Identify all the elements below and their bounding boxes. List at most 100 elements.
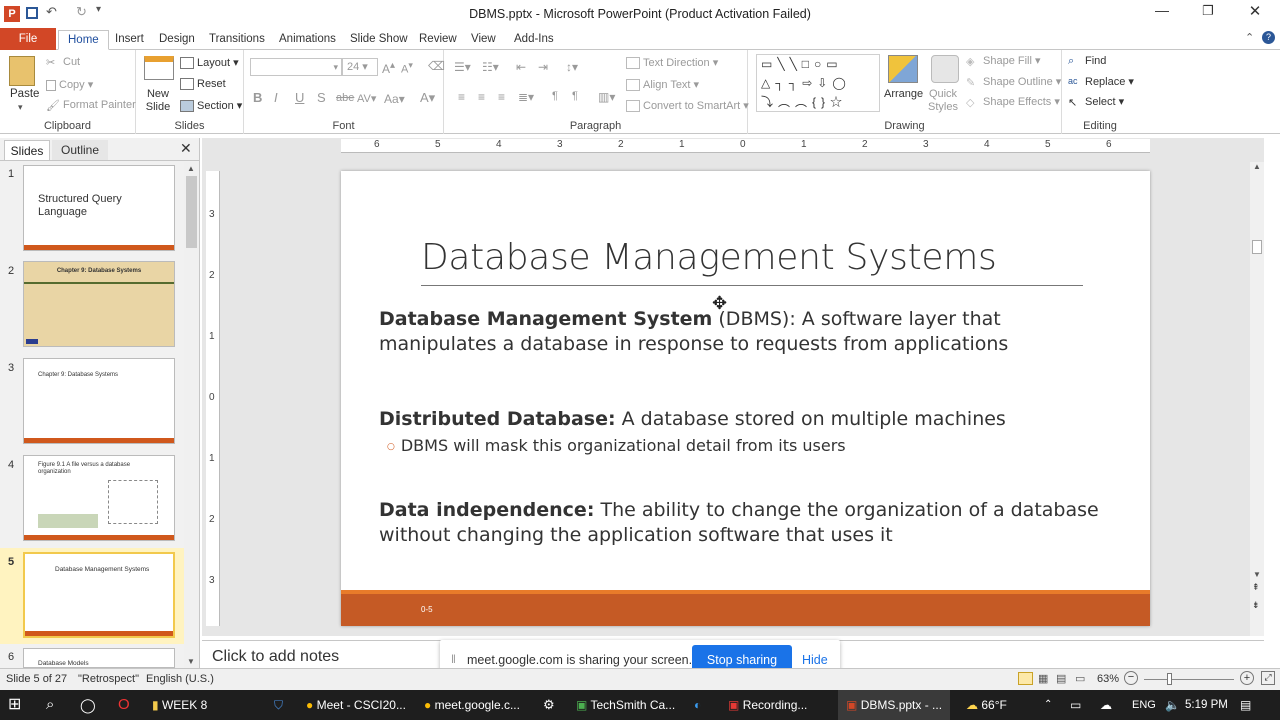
volume-icon[interactable]: 🔈 — [1165, 690, 1180, 720]
tab-outline-pane[interactable]: Outline — [52, 140, 108, 160]
slide-title[interactable]: Database Management Systems — [421, 237, 1091, 278]
save-icon[interactable] — [26, 7, 38, 19]
tray-chevron-icon[interactable]: ⌃ — [1044, 690, 1052, 720]
restore-button[interactable]: ❐ — [1196, 3, 1220, 19]
tab-insert[interactable]: Insert — [106, 30, 153, 50]
slide-thumbnail-6[interactable]: Database Models — [23, 648, 175, 668]
font-size-box[interactable]: 24 ▾ — [342, 58, 378, 76]
scroll-thumb[interactable] — [186, 176, 197, 248]
quick-access-customize-icon[interactable]: ▾ — [96, 4, 101, 15]
clock[interactable]: 5:19 PM — [1185, 690, 1228, 720]
security-icon[interactable]: ⛉ — [274, 690, 283, 720]
new-slide-button[interactable]: New Slide — [144, 88, 172, 114]
rtl-icon[interactable]: ¶ — [572, 90, 578, 102]
collapse-ribbon-icon[interactable]: ⌃ — [1245, 31, 1254, 44]
select-button[interactable]: ↖ Select ▾ — [1068, 95, 1124, 109]
scroll-up-icon[interactable]: ▲ — [187, 164, 195, 173]
close-button[interactable]: ✕ — [1243, 2, 1267, 20]
scroll-down-icon[interactable]: ▼ — [1253, 570, 1261, 579]
onedrive-icon[interactable]: ☁ — [1100, 690, 1112, 720]
undo-icon[interactable]: ↶ — [46, 4, 57, 20]
underline-button[interactable]: U — [295, 90, 304, 105]
numbering-icon[interactable]: ☷▾ — [482, 60, 499, 74]
justify-icon[interactable]: ≣▾ — [518, 90, 534, 104]
taskbar-recording[interactable]: ▣ Recording... — [728, 690, 807, 720]
taskbar-meet-google[interactable]: ● meet.google.c... — [424, 690, 520, 720]
strikethrough-button[interactable]: abe — [336, 92, 354, 104]
italic-button[interactable]: I — [274, 90, 278, 105]
tab-transitions[interactable]: Transitions — [200, 30, 274, 50]
language-indicator[interactable]: ENG — [1132, 690, 1156, 720]
slide-scrollbar[interactable]: ▲ ▼ ⇞ ⇟ — [1250, 162, 1264, 636]
search-icon[interactable]: ⌕ — [46, 690, 54, 720]
shrink-font-icon[interactable]: A▾ — [401, 60, 413, 76]
paste-button[interactable]: Paste — [10, 88, 39, 100]
hide-button[interactable]: Hide — [802, 653, 828, 667]
taskbar-week8[interactable]: ▮ WEEK 8 — [152, 690, 207, 720]
scroll-down-icon[interactable]: ▼ — [187, 657, 195, 666]
zoom-out-button[interactable]: − — [1124, 671, 1138, 685]
drag-handle-icon[interactable]: ‖ — [451, 652, 456, 666]
tab-review[interactable]: Review — [410, 30, 466, 50]
zoom-level[interactable]: 63% — [1097, 673, 1119, 685]
bullet-distributed[interactable]: Distributed Database: A database stored … — [379, 407, 1119, 432]
arrange-button[interactable]: Arrange — [884, 88, 923, 100]
sub-bullet[interactable]: ○ DBMS will mask this organizational deta… — [387, 436, 1107, 455]
tab-animations[interactable]: Animations — [270, 30, 345, 50]
thumbnails-scrollbar[interactable]: ▲ ▼ — [184, 162, 199, 668]
tab-design[interactable]: Design — [150, 30, 204, 50]
align-right-icon[interactable]: ≡ — [498, 90, 505, 104]
bullets-icon[interactable]: ☰▾ — [454, 60, 471, 74]
align-text-button[interactable]: Align Text ▾ — [626, 78, 699, 92]
tab-add-ins[interactable]: Add-Ins — [505, 30, 563, 50]
reading-view-icon[interactable]: ▤ — [1056, 672, 1066, 685]
tab-slides-pane[interactable]: Slides — [4, 140, 50, 160]
zoom-slider-thumb[interactable] — [1167, 673, 1172, 685]
fit-slide-icon[interactable]: ⤢ — [1261, 671, 1275, 685]
tab-slide-show[interactable]: Slide Show — [341, 30, 417, 50]
bullet-dbms[interactable]: Database Management System (DBMS): A sof… — [379, 307, 1119, 357]
font-color-button[interactable]: A▾ — [420, 90, 435, 106]
minimize-button[interactable]: — — [1150, 2, 1174, 18]
edge-icon[interactable]: ◐ — [694, 690, 701, 720]
tab-view[interactable]: View — [462, 30, 505, 50]
next-slide-icon[interactable]: ⇟ — [1252, 600, 1260, 611]
copy-button[interactable]: Copy ▾ — [46, 78, 93, 91]
normal-view-icon[interactable] — [1018, 672, 1033, 685]
powerpoint-logo-icon[interactable]: P — [4, 6, 20, 22]
char-spacing-button[interactable]: AV▾ — [357, 92, 376, 105]
tab-home[interactable]: Home — [58, 30, 109, 50]
paste-dropdown-icon[interactable]: ▾ — [18, 102, 23, 113]
clear-formatting-icon[interactable]: ⌫ — [428, 59, 445, 73]
taskbar-powerpoint[interactable]: ▣ DBMS.pptx - ... — [838, 690, 950, 720]
slide[interactable]: Database Management Systems Database Man… — [341, 171, 1150, 626]
reset-button[interactable]: Reset — [180, 78, 226, 91]
scroll-thumb[interactable] — [1252, 240, 1262, 254]
notes-placeholder[interactable]: Click to add notes — [212, 648, 339, 666]
shape-outline-button[interactable]: ✎ Shape Outline ▾ — [966, 75, 1061, 89]
shadow-button[interactable]: S — [317, 90, 326, 105]
replace-button[interactable]: ac Replace ▾ — [1068, 75, 1134, 88]
convert-smartart-button[interactable]: Convert to SmartArt ▾ — [626, 99, 749, 113]
help-icon[interactable]: ? — [1262, 31, 1275, 44]
shape-effects-button[interactable]: ◇ Shape Effects ▾ — [966, 95, 1060, 109]
bold-button[interactable]: B — [253, 90, 262, 105]
close-pane-icon[interactable]: ✕ — [180, 140, 192, 157]
center-icon[interactable]: ≡ — [478, 90, 485, 104]
settings-icon[interactable]: ⚙ — [543, 690, 555, 720]
font-name-box[interactable]: ▾ — [250, 58, 342, 76]
zoom-slider[interactable] — [1144, 679, 1234, 680]
slide-thumbnail-4[interactable]: Figure 9.1 A file versus a database orga… — [23, 455, 175, 541]
zoom-in-button[interactable]: + — [1240, 671, 1254, 685]
language-status[interactable]: English (U.S.) — [146, 673, 214, 685]
scroll-up-icon[interactable]: ▲ — [1253, 162, 1261, 171]
previous-slide-icon[interactable]: ⇞ — [1252, 582, 1260, 593]
bullet-independence[interactable]: Data independence: The ability to change… — [379, 498, 1119, 548]
slide-thumbnail-2[interactable]: Chapter 9: Database Systems — [23, 261, 175, 347]
opera-icon[interactable]: O — [118, 690, 130, 720]
find-button[interactable]: ⌕ Find — [1068, 55, 1106, 67]
slide-thumbnail-1[interactable]: Structured Query Language — [23, 165, 175, 251]
line-spacing-icon[interactable]: ↕▾ — [566, 60, 578, 74]
tab-file[interactable]: File — [0, 28, 56, 50]
change-case-button[interactable]: Aa▾ — [384, 92, 405, 106]
